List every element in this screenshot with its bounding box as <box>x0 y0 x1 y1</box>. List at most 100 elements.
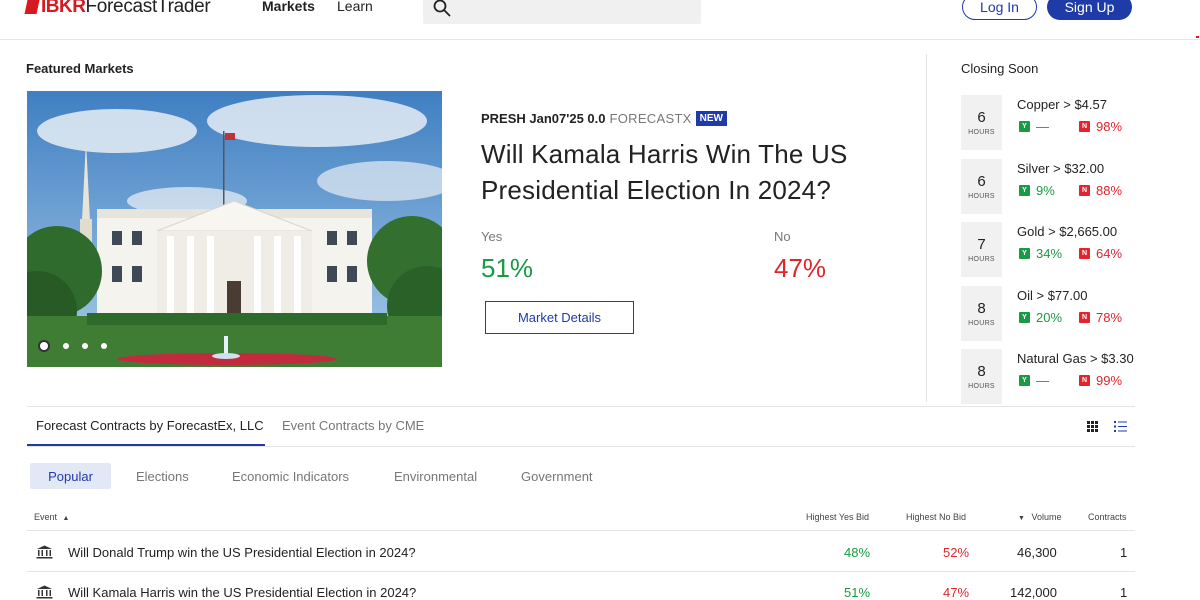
time-value: 8 <box>977 363 986 380</box>
vertical-divider <box>926 54 927 402</box>
event-name[interactable]: Will Donald Trump win the US Presidentia… <box>68 545 416 560</box>
closing-soon-item[interactable]: 7 HOURS Gold > $2,665.00 Y 34% N 64% <box>961 222 1141 278</box>
yes-percentage: 51% <box>481 253 534 283</box>
new-badge: NEW <box>695 111 727 126</box>
yes-value: 9% <box>1036 183 1055 198</box>
category-popular[interactable]: Popular <box>30 463 111 489</box>
nav-markets[interactable]: Markets <box>262 0 315 14</box>
sort-desc-icon: ▼ <box>1018 515 1025 522</box>
login-button[interactable]: Log In <box>962 0 1037 20</box>
nav-learn[interactable]: Learn <box>337 0 373 14</box>
closing-soon-item[interactable]: 6 HOURS Silver > $32.00 Y 9% N 88% <box>961 159 1141 215</box>
carousel-dots <box>38 340 107 352</box>
yes-tag-icon: Y <box>1019 121 1030 132</box>
column-header-volume[interactable]: ▼ Volume <box>1018 512 1061 522</box>
contract-name: Copper > $4.57 <box>1017 97 1107 112</box>
contract-name: Natural Gas > $3.30 <box>1017 351 1134 366</box>
time-unit: HOURS <box>968 193 995 200</box>
time-unit: HOURS <box>968 383 995 390</box>
row-divider <box>27 571 1135 572</box>
no-bid-value[interactable]: 47% <box>943 585 969 600</box>
closing-soon-item[interactable]: 8 HOURS Natural Gas > $3.30 Y — N 99% <box>961 349 1141 405</box>
category-environmental[interactable]: Environmental <box>394 463 477 489</box>
no-tag-icon: N <box>1079 248 1090 259</box>
tab-forecast-contracts[interactable]: Forecast Contracts by ForecastEx, LLC <box>36 418 264 433</box>
grid-view-icon[interactable] <box>1087 421 1098 432</box>
yes-value: 34% <box>1036 246 1063 261</box>
column-header-yes-bid[interactable]: Highest Yes Bid <box>806 512 869 522</box>
contracts-value: 1 <box>1120 545 1128 560</box>
featured-question[interactable]: Will Kamala Harris Win The US Presidenti… <box>481 136 881 208</box>
contract-name: Oil > $77.00 <box>1017 288 1088 303</box>
top-header: IBKR ForecastTrader Markets Learn Log In… <box>0 0 1200 40</box>
no-value: 88% <box>1096 183 1123 198</box>
yes-tag-icon: Y <box>1019 185 1030 196</box>
tab-event-contracts[interactable]: Event Contracts by CME <box>282 418 424 433</box>
yes-tag-icon: Y <box>1019 248 1030 259</box>
time-unit: HOURS <box>968 320 995 327</box>
column-header-label: Event <box>34 512 58 522</box>
no-bid-value[interactable]: 52% <box>943 545 969 560</box>
yes-value: 20% <box>1036 310 1063 325</box>
building-icon <box>36 545 53 559</box>
signup-button[interactable]: Sign Up <box>1047 0 1132 20</box>
carousel-dot-active[interactable] <box>38 340 50 352</box>
featured-contract-meta: PRESH Jan07'25 0.0 FORECASTX NEW <box>481 111 727 126</box>
no-price: N 64% <box>1079 246 1122 261</box>
search-icon <box>433 0 451 17</box>
closing-soon-item[interactable]: 8 HOURS Oil > $77.00 Y 20% N 78% <box>961 286 1141 342</box>
carousel-dot[interactable] <box>82 343 88 349</box>
column-header-event[interactable]: Event ▲ <box>34 512 69 522</box>
brand-logo[interactable]: IBKR ForecastTrader <box>24 0 211 20</box>
yes-value: — <box>1036 373 1049 388</box>
section-divider <box>27 406 1135 407</box>
contracts-value: 1 <box>1120 585 1128 600</box>
no-price: N 88% <box>1079 183 1122 198</box>
volume-value: 46,300 <box>1017 545 1057 560</box>
no-label: No <box>774 229 791 244</box>
no-tag-icon: N <box>1079 312 1090 323</box>
yes-label: Yes <box>481 229 503 244</box>
no-value: 98% <box>1096 119 1123 134</box>
logo-ibkr-text: IBKR <box>41 0 86 17</box>
category-economic-indicators[interactable]: Economic Indicators <box>232 463 349 489</box>
time-remaining: 8 HOURS <box>961 349 1002 404</box>
time-remaining: 6 HOURS <box>961 95 1002 150</box>
table-header-divider <box>27 530 1135 531</box>
featured-markets-title: Featured Markets <box>26 61 134 76</box>
time-remaining: 8 HOURS <box>961 286 1002 341</box>
yes-tag-icon: Y <box>1019 375 1030 386</box>
logo-mark-icon <box>24 0 40 14</box>
yes-price: Y 34% <box>1019 246 1062 261</box>
building-icon <box>36 585 53 599</box>
contract-code: PRESH Jan07'25 0.0 <box>481 111 606 126</box>
column-header-label: Volume <box>1031 512 1062 522</box>
yes-bid-value[interactable]: 48% <box>844 545 870 560</box>
yes-price: Y — <box>1019 119 1049 134</box>
no-price: N 98% <box>1079 119 1122 134</box>
closing-soon-item[interactable]: 6 HOURS Copper > $4.57 Y — N 98% <box>961 95 1141 151</box>
category-elections[interactable]: Elections <box>136 463 189 489</box>
column-header-contracts[interactable]: Contracts <box>1088 512 1127 522</box>
no-price: N 99% <box>1079 373 1122 388</box>
time-value: 8 <box>977 300 986 317</box>
market-details-button[interactable]: Market Details <box>485 301 634 334</box>
volume-value: 142,000 <box>1010 585 1057 600</box>
featured-image[interactable] <box>27 91 442 367</box>
carousel-dot[interactable] <box>63 343 69 349</box>
no-value: 99% <box>1096 373 1123 388</box>
yes-value: — <box>1036 119 1049 134</box>
list-view-icon[interactable] <box>1114 421 1127 432</box>
yes-bid-value[interactable]: 51% <box>844 585 870 600</box>
column-header-no-bid[interactable]: Highest No Bid <box>906 512 966 522</box>
category-government[interactable]: Government <box>521 463 593 489</box>
carousel-dot[interactable] <box>101 343 107 349</box>
yes-price: Y 20% <box>1019 310 1062 325</box>
event-name[interactable]: Will Kamala Harris win the US Presidenti… <box>68 585 416 600</box>
search-input[interactable] <box>423 0 701 24</box>
logo-forecasttrader-text: ForecastTrader <box>85 0 211 17</box>
contract-name: Gold > $2,665.00 <box>1017 224 1118 239</box>
time-value: 6 <box>977 109 986 126</box>
time-remaining: 7 HOURS <box>961 222 1002 277</box>
time-unit: HOURS <box>968 129 995 136</box>
